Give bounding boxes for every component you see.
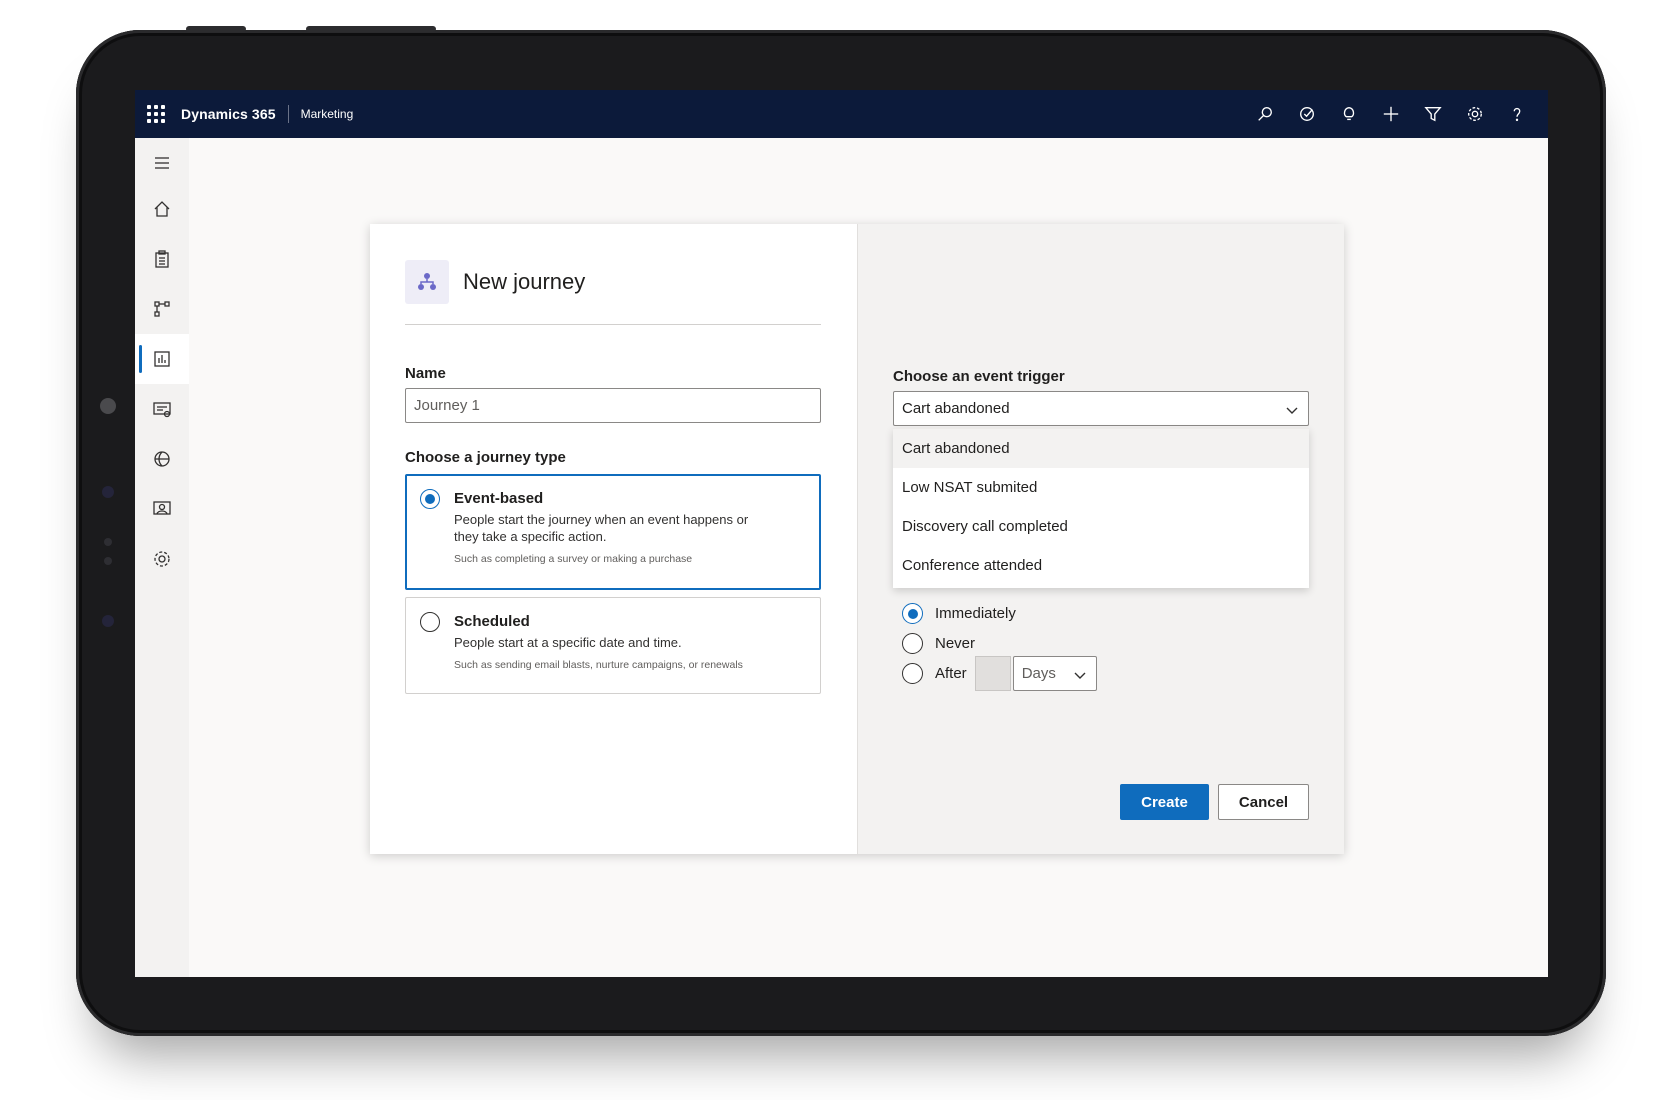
dropdown-option[interactable]: Discovery call completed xyxy=(893,507,1309,546)
top-bar: Dynamics 365 Marketing xyxy=(135,90,1548,138)
device-button xyxy=(306,26,436,32)
timing-immediately[interactable]: Immediately xyxy=(902,597,1097,630)
never-radio[interactable] xyxy=(902,633,923,654)
journey-details-pane: New journey Name Journey 1 Choose a jour… xyxy=(370,224,857,854)
create-button[interactable]: Create xyxy=(1120,784,1209,820)
sensor-dot xyxy=(104,538,112,546)
settings-icon[interactable] xyxy=(1454,90,1496,138)
event-trigger-select[interactable]: Cart abandoned xyxy=(893,391,1309,426)
sensor-dot xyxy=(102,486,114,498)
chevron-down-icon xyxy=(1286,403,1298,415)
name-input[interactable]: Journey 1 xyxy=(405,388,821,423)
after-unit-select[interactable]: Days xyxy=(1012,656,1097,691)
immediately-radio[interactable] xyxy=(902,603,923,624)
email-icon[interactable] xyxy=(135,384,189,434)
new-journey-dialog: New journey Name Journey 1 Choose a jour… xyxy=(370,224,1344,854)
option-title: Event-based xyxy=(454,490,544,507)
home-icon[interactable] xyxy=(135,184,189,234)
top-bar-actions xyxy=(1244,90,1538,138)
timing-options: Immediately Never After Days xyxy=(902,597,1097,691)
header-divider xyxy=(287,105,289,123)
lightbulb-icon[interactable] xyxy=(1328,90,1370,138)
segments-icon[interactable] xyxy=(135,434,189,484)
event-based-radio[interactable] xyxy=(420,489,440,509)
device-button xyxy=(186,26,246,32)
dialog-title: New journey xyxy=(463,269,586,294)
dropdown-option[interactable]: Low NSAT submited xyxy=(893,468,1309,507)
analytics-icon[interactable] xyxy=(135,334,189,384)
option-hint: Such as sending email blasts, nurture ca… xyxy=(454,659,743,671)
timing-label: Never xyxy=(935,635,976,652)
app-launcher-icon[interactable] xyxy=(147,105,165,123)
sensor-dot xyxy=(104,557,112,565)
trigger-selected-value: Cart abandoned xyxy=(902,400,1010,417)
dialog-header: New journey xyxy=(405,260,822,304)
name-label: Name xyxy=(405,365,446,382)
after-amount-input[interactable] xyxy=(974,656,1011,691)
option-description: People start the journey when an event h… xyxy=(454,512,749,544)
trigger-dropdown-list: Cart abandoned Low NSAT submited Discove… xyxy=(893,428,1309,588)
sensor-dot xyxy=(102,615,114,627)
dropdown-option[interactable]: Conference attended xyxy=(893,546,1309,585)
header-divider xyxy=(405,324,821,325)
left-navigation xyxy=(135,138,189,977)
journey-type-label: Choose a journey type xyxy=(405,449,566,466)
clipboard-icon[interactable] xyxy=(135,234,189,284)
timing-label: After xyxy=(935,665,967,682)
timing-after[interactable]: After Days xyxy=(902,656,1097,691)
option-title: Scheduled xyxy=(454,613,530,630)
event-based-option[interactable]: Event-based People start the journey whe… xyxy=(405,474,821,590)
trigger-label: Choose an event trigger xyxy=(893,368,1065,385)
unit-value: Days xyxy=(1021,665,1056,682)
option-description: People start at a specific date and time… xyxy=(454,635,682,650)
area-name[interactable]: Marketing xyxy=(301,107,354,121)
task-icon[interactable] xyxy=(1286,90,1328,138)
search-icon[interactable] xyxy=(1244,90,1286,138)
scheduled-radio[interactable] xyxy=(420,612,440,632)
name-input-value: Journey 1 xyxy=(414,397,480,414)
journey-icon[interactable] xyxy=(135,284,189,334)
chevron-down-icon xyxy=(1074,668,1086,680)
menu-icon[interactable] xyxy=(135,138,189,188)
scheduled-option[interactable]: Scheduled People start at a specific dat… xyxy=(405,597,821,694)
trigger-pane: Choose an event trigger Cart abandoned C… xyxy=(857,224,1344,854)
dialog-actions: Create Cancel xyxy=(1120,784,1309,820)
filter-icon[interactable] xyxy=(1412,90,1454,138)
settings-icon[interactable] xyxy=(135,534,189,584)
app-name[interactable]: Dynamics 365 xyxy=(181,106,276,122)
add-icon[interactable] xyxy=(1370,90,1412,138)
help-icon[interactable] xyxy=(1496,90,1538,138)
cancel-button[interactable]: Cancel xyxy=(1218,784,1309,820)
camera-dot xyxy=(100,398,116,414)
timing-label: Immediately xyxy=(935,605,1016,622)
dropdown-option[interactable]: Cart abandoned xyxy=(893,429,1309,468)
app-screen: Dynamics 365 Marketing New journey Name … xyxy=(135,90,1548,977)
option-hint: Such as completing a survey or making a … xyxy=(454,553,693,565)
contacts-icon[interactable] xyxy=(135,484,189,534)
after-radio[interactable] xyxy=(902,663,923,684)
journey-icon xyxy=(405,260,449,304)
